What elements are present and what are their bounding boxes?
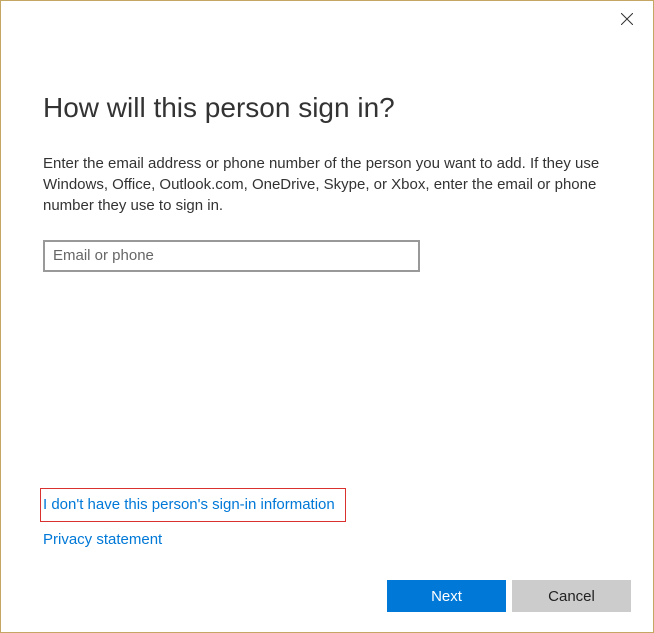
next-button[interactable]: Next bbox=[387, 580, 506, 612]
cancel-button[interactable]: Cancel bbox=[512, 580, 631, 612]
close-button[interactable] bbox=[615, 9, 639, 33]
close-icon bbox=[621, 12, 633, 30]
email-or-phone-input[interactable] bbox=[43, 240, 420, 272]
dialog-content: How will this person sign in? Enter the … bbox=[1, 1, 653, 272]
button-row: Next Cancel bbox=[387, 580, 631, 612]
dialog-title: How will this person sign in? bbox=[43, 91, 611, 125]
no-signin-info-link[interactable]: I don't have this person's sign-in infor… bbox=[40, 488, 346, 522]
bottom-links: I don't have this person's sign-in infor… bbox=[43, 488, 346, 552]
privacy-statement-link[interactable]: Privacy statement bbox=[43, 528, 162, 552]
dialog-description: Enter the email address or phone number … bbox=[43, 153, 603, 216]
